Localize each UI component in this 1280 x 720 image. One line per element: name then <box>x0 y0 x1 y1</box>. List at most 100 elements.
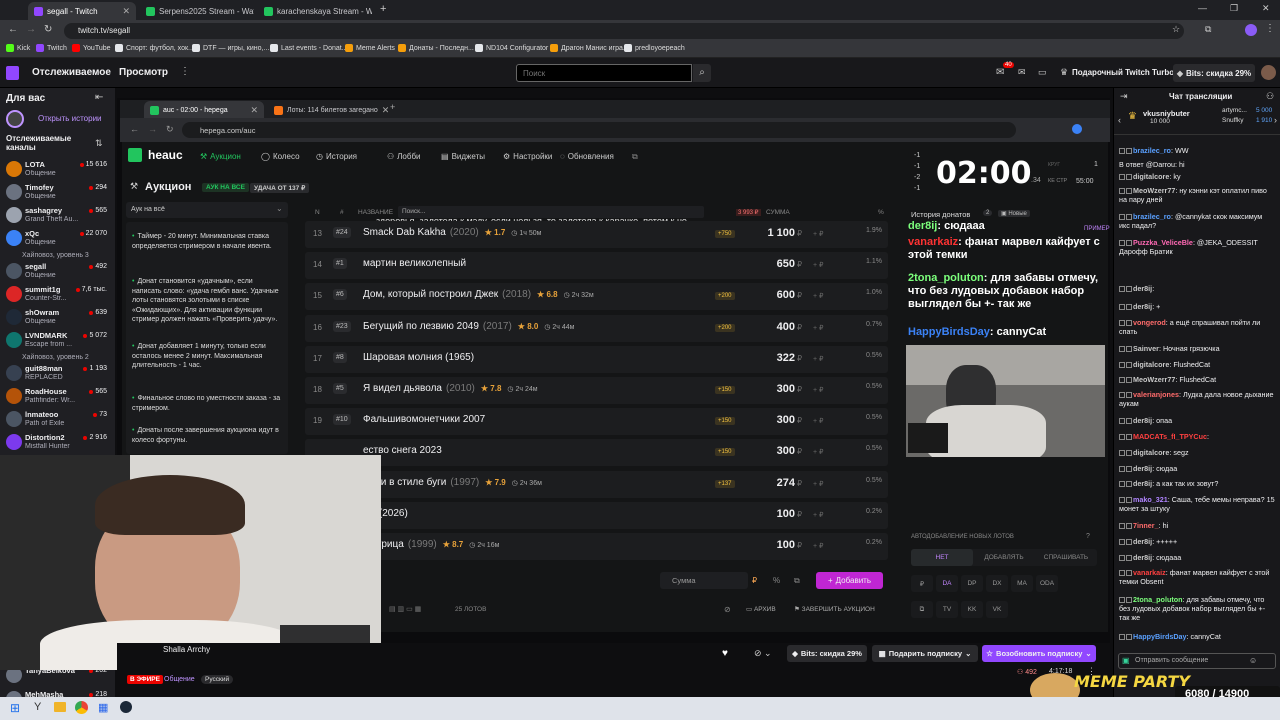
chrome-icon[interactable] <box>75 701 88 714</box>
users-icon[interactable]: ⚇ <box>1266 91 1274 102</box>
chat-username[interactable]: digitalcore <box>1133 172 1169 181</box>
close-tab-icon[interactable]: ✕ <box>122 6 130 17</box>
windows-start-icon[interactable]: ⊞ <box>10 701 20 715</box>
browser-tab-serpens[interactable]: Serpens2025 Stream - Watch l ✕ <box>140 2 254 20</box>
gift-turbo-button[interactable]: Подарочный Twitch Turbo <box>1072 68 1174 77</box>
sidebar-channel[interactable]: xQc Общение 22 070 <box>0 227 115 251</box>
sidebar-channel[interactable]: summit1g Counter-Str... 7,6 тыс. <box>0 283 115 307</box>
back-icon[interactable]: ← <box>8 24 18 35</box>
follow-heart-icon[interactable]: ♥ <box>722 648 728 659</box>
chat-username[interactable]: der8ij <box>1133 416 1152 425</box>
sidebar-channel[interactable]: guit88man REPLACED 1 193 <box>0 362 115 386</box>
sidebar-channel[interactable]: shOwram Общение 639 <box>0 306 115 330</box>
profile-avatar[interactable] <box>1245 24 1257 36</box>
chevron-left-icon[interactable]: ‹ <box>1118 115 1121 125</box>
file-explorer-icon[interactable] <box>54 702 66 712</box>
resubscribe-button[interactable]: ☆ Возобновить подписку ⌄ <box>982 645 1096 662</box>
bookmark-dtf[interactable]: DTF — игры, кино,... <box>192 44 269 52</box>
chat-username[interactable]: der8ij <box>1133 537 1152 546</box>
new-tab-icon[interactable]: + <box>380 3 386 15</box>
extensions-icon[interactable]: ⧉ <box>1205 24 1211 35</box>
emote-picker-icon[interactable]: ☺ <box>1249 656 1257 665</box>
sidebar-channel[interactable]: sashagrey Grand Theft Au... 565 <box>0 204 115 228</box>
user-avatar[interactable] <box>1261 65 1276 80</box>
category-link[interactable]: Общение <box>164 676 195 683</box>
bookmark-lastevents[interactable]: Last events - Donat... <box>270 44 348 52</box>
chat-username[interactable]: der8ij <box>1133 464 1152 473</box>
stream-title: Shalla Arrchy <box>163 645 211 654</box>
bookmark-sport[interactable]: Спорт: футбол, хок... <box>115 44 194 52</box>
menu-kebab-icon[interactable]: ⋮ <box>1265 23 1275 34</box>
bookmark-star-icon[interactable]: ☆ <box>1172 24 1180 35</box>
forward-icon[interactable]: → <box>26 24 36 35</box>
search-icon[interactable]: ⌕ <box>693 64 711 82</box>
minimize-window-icon[interactable]: — <box>1198 3 1207 13</box>
language-tag[interactable]: Русский <box>201 675 234 684</box>
sidebar-channel[interactable]: Distortion2 Mistfall Hunter 2 916 <box>0 431 115 455</box>
crown-icon[interactable]: ♛ <box>1060 67 1068 78</box>
search-input[interactable] <box>516 64 692 82</box>
chat-username[interactable]: valerianjones <box>1133 390 1179 399</box>
whispers-icon[interactable]: ✉ <box>1018 67 1026 78</box>
bookmark-youtube[interactable]: YouTube <box>72 44 111 52</box>
nav-following[interactable]: Отслеживаемое <box>32 67 111 78</box>
bookmark-nd104[interactable]: ND104 Configurator <box>475 44 548 52</box>
chat-input[interactable]: ▣ Отправить сообщение ☺ <box>1118 653 1276 669</box>
bookmark-memealerts[interactable]: Meme Alerts <box>345 44 395 52</box>
chat-username[interactable]: Puzzka_VeliceBle <box>1133 238 1193 247</box>
sidebar-channel[interactable]: RoadHouse Pathfinder: Wr... 565 <box>0 385 115 409</box>
open-stories-link[interactable]: Открыть истории <box>38 114 102 123</box>
stories-avatar[interactable] <box>6 110 24 128</box>
yandex-icon[interactable]: Y <box>34 701 41 713</box>
chat-username[interactable]: der8ij <box>1133 553 1152 562</box>
chat-username[interactable]: vanarkaiz <box>1133 568 1166 577</box>
chat-username[interactable]: 7inner_ <box>1133 521 1159 530</box>
sidebar-channel[interactable]: lnmateoo Path of Exile 73 <box>0 408 115 432</box>
sidebar-channel[interactable]: segall Общение 492 <box>0 260 115 284</box>
bookmark-predloyoepeach[interactable]: predloyoepeach <box>624 44 685 52</box>
maximize-window-icon[interactable]: ❐ <box>1230 3 1238 14</box>
url-field[interactable]: twitch.tv/segall ☆ <box>64 23 1184 39</box>
chat-username[interactable]: der8ij <box>1133 479 1152 488</box>
bookmark-kick[interactable]: Kick <box>6 44 30 52</box>
browser-tab-twitch[interactable]: segall - Twitch ✕ <box>28 2 136 20</box>
chat-username[interactable]: mako_321 <box>1133 495 1168 504</box>
close-window-icon[interactable]: ✕ <box>1262 3 1270 14</box>
bookmark-donations[interactable]: Донаты - Последн... <box>398 44 474 52</box>
bookmark-dragon[interactable]: Драгон Манис игра... <box>550 44 629 52</box>
chat-username[interactable]: 2tona_poluton <box>1133 595 1183 604</box>
sidebar-channel[interactable]: LOTA Общение 15 616 <box>0 158 115 182</box>
chat-username[interactable]: MeoWzerr77 <box>1133 186 1175 195</box>
chat-username[interactable]: der8ij <box>1133 284 1152 293</box>
more-icon[interactable]: ⋮ <box>180 66 190 77</box>
chat-username[interactable]: HappyBirdsDay <box>1133 632 1187 641</box>
bits-sale-button[interactable]: ◆ Bits: скидка 29% <box>1173 64 1255 82</box>
chat-username[interactable]: der8ij <box>1133 302 1152 311</box>
bookmark-twitch[interactable]: Twitch <box>36 44 67 52</box>
twitch-logo-icon[interactable] <box>6 66 19 80</box>
chat-username[interactable]: vongerod <box>1133 318 1166 327</box>
steam-icon[interactable] <box>120 701 132 713</box>
chat-username[interactable]: brazilec_ro <box>1133 212 1171 221</box>
expand-chat-icon[interactable]: ⇥ <box>1120 91 1128 102</box>
inbox-icon[interactable]: ✉ <box>996 67 1004 78</box>
bits-sale-button-2[interactable]: ◆ Bits: скидка 29% <box>787 645 867 662</box>
collapse-sidebar-icon[interactable]: ⇤ <box>95 92 103 103</box>
chat-username[interactable]: MeoWzerr77 <box>1133 375 1175 384</box>
reload-icon[interactable]: ↻ <box>44 24 52 35</box>
chat-username[interactable]: digitalcore <box>1133 448 1169 457</box>
sidebar-channel[interactable]: Timofey Общение 294 <box>0 181 115 205</box>
browser-tab-karachenskaya[interactable]: karachenskaya Stream - Watc ✕ <box>258 2 372 20</box>
nav-browse[interactable]: Просмотр <box>119 67 168 78</box>
sort-icon[interactable]: ⇅ <box>95 138 103 149</box>
chat-username[interactable]: brazilec_ro <box>1133 146 1171 155</box>
calculator-icon[interactable]: ▦ <box>98 701 108 714</box>
notifications-off-icon[interactable]: ⊘ ⌄ <box>754 648 772 659</box>
chat-username[interactable]: Sainver <box>1133 344 1159 353</box>
chat-username[interactable]: digitalcore <box>1133 360 1169 369</box>
chevron-right-icon[interactable]: › <box>1274 115 1277 125</box>
chat-username[interactable]: MADCATs_fI_TPYCuc <box>1133 432 1207 441</box>
sidebar-channel[interactable]: LVNDMARK Escape from ... 5 072 <box>0 329 115 353</box>
gift-sub-button[interactable]: ▦ Подарить подписку ⌄ <box>872 645 978 662</box>
chat-bubble-icon[interactable]: ▭ <box>1038 67 1047 78</box>
